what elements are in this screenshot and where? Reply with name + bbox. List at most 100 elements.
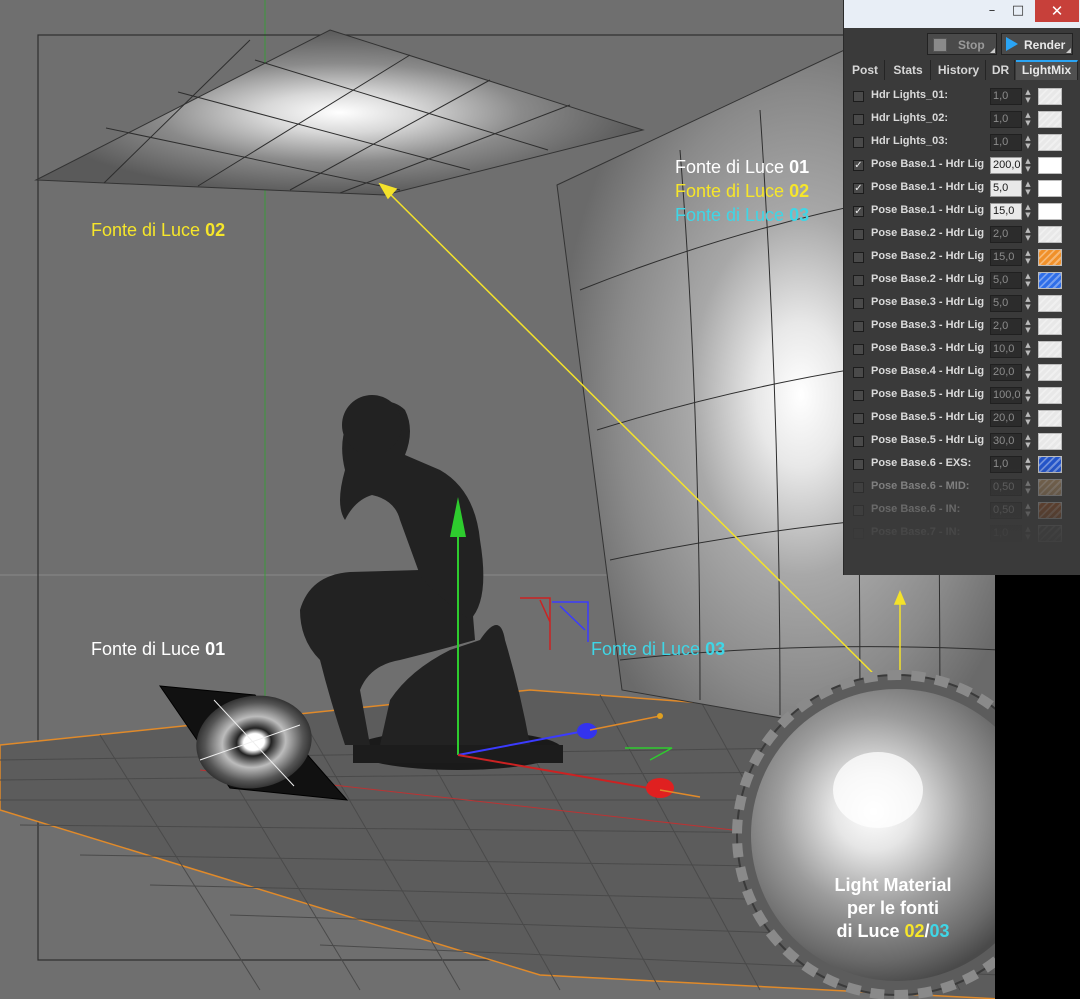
row-color-swatch[interactable] [1038, 134, 1062, 151]
row-checkbox[interactable]: ✓ [853, 160, 864, 171]
spinner-icon[interactable]: ▲ ▼ [1024, 249, 1032, 266]
spinner-icon[interactable]: ▲ ▼ [1024, 226, 1032, 243]
spinner-icon[interactable]: ▲ ▼ [1024, 433, 1032, 450]
row-label: Pose Base.2 - Hdr Lig [871, 227, 984, 239]
row-intensity-input[interactable]: 5,0 [990, 180, 1022, 197]
spinner-icon[interactable]: ▲ ▼ [1024, 410, 1032, 427]
row-label: Pose Base.6 - EXS: [871, 457, 972, 469]
row-checkbox[interactable] [853, 413, 864, 424]
spinner-icon[interactable]: ▲ ▼ [1024, 479, 1032, 496]
tab-lightmix[interactable]: LightMix [1016, 60, 1078, 80]
row-label: Pose Base.3 - Hdr Lig [871, 296, 984, 308]
row-intensity-input[interactable]: 0,50 [990, 479, 1022, 496]
row-checkbox[interactable] [853, 390, 864, 401]
row-checkbox[interactable] [853, 114, 864, 125]
tab-history[interactable]: History [932, 60, 986, 80]
row-color-swatch[interactable] [1038, 456, 1062, 473]
row-intensity-input[interactable]: 2,0 [990, 318, 1022, 335]
row-intensity-input[interactable]: 100,0 [990, 387, 1022, 404]
row-color-swatch[interactable] [1038, 226, 1062, 243]
spinner-icon[interactable]: ▲ ▼ [1024, 295, 1032, 312]
row-checkbox[interactable] [853, 137, 864, 148]
spinner-icon[interactable]: ▲ ▼ [1024, 157, 1032, 174]
row-intensity-input[interactable]: 2,0 [990, 226, 1022, 243]
row-color-swatch[interactable] [1038, 203, 1062, 220]
row-intensity-input[interactable]: 1,0 [990, 134, 1022, 151]
render-button[interactable]: Render [1001, 33, 1073, 55]
row-intensity-input[interactable]: 30,0 [990, 433, 1022, 450]
label-ceiling-light: Fonte di Luce 02 [91, 220, 226, 240]
row-color-swatch[interactable] [1038, 479, 1062, 496]
row-label: Pose Base.3 - Hdr Lig [871, 319, 984, 331]
row-color-swatch[interactable] [1038, 502, 1062, 519]
spinner-icon[interactable]: ▲ ▼ [1024, 456, 1032, 473]
row-checkbox[interactable] [853, 275, 864, 286]
minimize-button[interactable]: – [979, 0, 1005, 22]
row-intensity-input[interactable]: 1,0 [990, 111, 1022, 128]
spinner-icon[interactable]: ▲ ▼ [1024, 88, 1032, 105]
maximize-button[interactable]: □ [1005, 0, 1031, 22]
tab-dr[interactable]: DR [987, 60, 1015, 80]
row-color-swatch[interactable] [1038, 410, 1062, 427]
row-color-swatch[interactable] [1038, 433, 1062, 450]
row-checkbox[interactable]: ✓ [853, 183, 864, 194]
row-color-swatch[interactable] [1038, 364, 1062, 381]
spinner-icon[interactable]: ▲ ▼ [1024, 341, 1032, 358]
row-intensity-input[interactable]: 10,0 [990, 341, 1022, 358]
stop-button[interactable]: Stop [927, 33, 997, 55]
row-intensity-input[interactable]: 1,0 [990, 88, 1022, 105]
spinner-icon[interactable]: ▲ ▼ [1024, 318, 1032, 335]
row-intensity-input[interactable]: 1,0 [990, 525, 1022, 542]
row-color-swatch[interactable] [1038, 180, 1062, 197]
tab-stats[interactable]: Stats [886, 60, 931, 80]
spinner-icon[interactable]: ▲ ▼ [1024, 203, 1032, 220]
row-label: Pose Base.1 - Hdr Lig [871, 204, 984, 216]
row-color-swatch[interactable] [1038, 88, 1062, 105]
row-checkbox[interactable] [853, 367, 864, 378]
row-intensity-input[interactable]: 1,0 [990, 456, 1022, 473]
row-checkbox[interactable] [853, 91, 864, 102]
row-checkbox[interactable] [853, 321, 864, 332]
lightmix-row: Pose Base.5 - Hdr Lig 30,0 ▲ ▼ [844, 430, 1080, 453]
row-color-swatch[interactable] [1038, 295, 1062, 312]
row-checkbox[interactable] [853, 298, 864, 309]
spinner-icon[interactable]: ▲ ▼ [1024, 111, 1032, 128]
row-checkbox[interactable] [853, 505, 864, 516]
row-label: Pose Base.2 - Hdr Lig [871, 273, 984, 285]
spinner-icon[interactable]: ▲ ▼ [1024, 525, 1032, 542]
row-color-swatch[interactable] [1038, 387, 1062, 404]
close-button[interactable]: ✕ [1035, 0, 1079, 22]
lightmix-row: Pose Base.5 - Hdr Lig 100,0 ▲ ▼ [844, 384, 1080, 407]
row-checkbox[interactable] [853, 528, 864, 539]
spinner-icon[interactable]: ▲ ▼ [1024, 272, 1032, 289]
row-checkbox[interactable]: ✓ [853, 206, 864, 217]
row-intensity-input[interactable]: 0,50 [990, 502, 1022, 519]
row-checkbox[interactable] [853, 482, 864, 493]
row-color-swatch[interactable] [1038, 341, 1062, 358]
row-color-swatch[interactable] [1038, 111, 1062, 128]
row-intensity-input[interactable]: 15,0 [990, 203, 1022, 220]
row-intensity-input[interactable]: 20,0 [990, 410, 1022, 427]
spinner-icon[interactable]: ▲ ▼ [1024, 387, 1032, 404]
row-checkbox[interactable] [853, 229, 864, 240]
row-intensity-input[interactable]: 200,0 [990, 157, 1022, 174]
row-checkbox[interactable] [853, 459, 864, 470]
spinner-icon[interactable]: ▲ ▼ [1024, 134, 1032, 151]
tab-post[interactable]: Post [846, 60, 885, 80]
row-color-swatch[interactable] [1038, 249, 1062, 266]
row-color-swatch[interactable] [1038, 318, 1062, 335]
row-intensity-input[interactable]: 5,0 [990, 272, 1022, 289]
render-toolbar: Stop Render [844, 30, 1080, 58]
spinner-icon[interactable]: ▲ ▼ [1024, 502, 1032, 519]
row-checkbox[interactable] [853, 252, 864, 263]
row-checkbox[interactable] [853, 344, 864, 355]
row-color-swatch[interactable] [1038, 525, 1062, 542]
row-intensity-input[interactable]: 5,0 [990, 295, 1022, 312]
row-intensity-input[interactable]: 15,0 [990, 249, 1022, 266]
row-checkbox[interactable] [853, 436, 864, 447]
row-color-swatch[interactable] [1038, 272, 1062, 289]
spinner-icon[interactable]: ▲ ▼ [1024, 180, 1032, 197]
spinner-icon[interactable]: ▲ ▼ [1024, 364, 1032, 381]
row-intensity-input[interactable]: 20,0 [990, 364, 1022, 381]
row-color-swatch[interactable] [1038, 157, 1062, 174]
